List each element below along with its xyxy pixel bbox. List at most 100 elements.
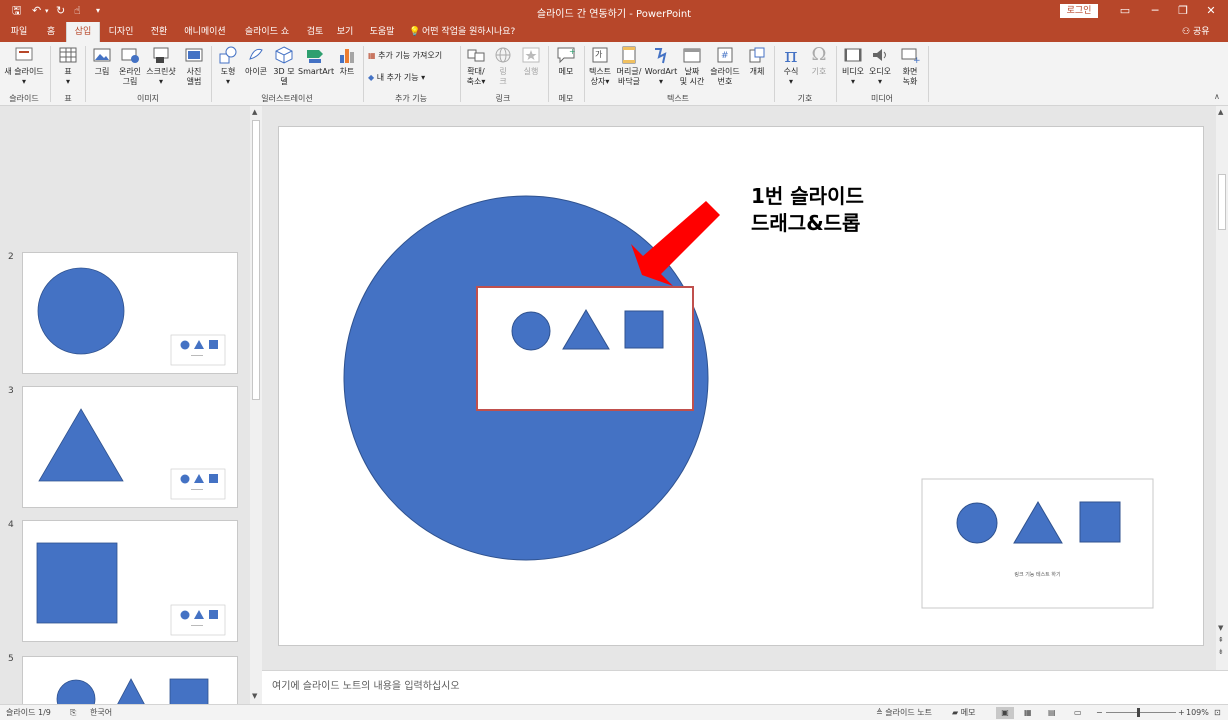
audio-button[interactable]: 오디오 ▾ [866, 45, 894, 87]
get-addins-button[interactable]: ▦ 추가 기능 가져오기 [368, 50, 442, 62]
group-label-images: 이미지 [136, 94, 160, 103]
chart-icon [340, 49, 354, 63]
action-button[interactable]: 실행 [518, 45, 544, 77]
collapse-ribbon-icon[interactable]: ∧ [1214, 92, 1220, 101]
tab-file[interactable]: 파일 [2, 22, 36, 42]
wordart-icon [655, 48, 667, 64]
zoom-slider-handle[interactable] [1137, 708, 1140, 717]
header-footer-button[interactable]: 머리글/바닥글 [614, 45, 644, 87]
slide-sorter-icon[interactable]: ▦ [1024, 707, 1032, 719]
next-slide-icon[interactable]: ⇟ [1218, 648, 1224, 656]
shapes-button[interactable]: 도형 ▾ [214, 45, 242, 87]
scrollbar-thumb[interactable] [1218, 174, 1226, 230]
title-bar: 🖫 ↶ ▾ ↻ ☝ ▾ 슬라이드 간 연동하기 - PowerPoint 로그인… [0, 0, 1228, 22]
slide-thumbnail-5[interactable] [22, 656, 238, 706]
fit-to-window-icon[interactable]: ⊡ [1214, 707, 1221, 719]
table-button[interactable]: 표 ▾ [54, 45, 82, 87]
reading-view-icon[interactable]: ▤ [1048, 707, 1056, 719]
zoom-button[interactable]: 확대/축소▾ [462, 45, 490, 87]
current-slide[interactable]: 1번 슬라이드 드래그&드롭 링크 기능 테스트 하기 [278, 126, 1204, 646]
slide-number-button[interactable]: # 슬라이드 번호 [706, 45, 744, 87]
tab-home[interactable]: 홈 [36, 22, 66, 42]
slide-canvas [343, 195, 1154, 609]
date-time-button[interactable]: 날짜 및 시간 [678, 45, 706, 87]
video-button[interactable]: 비디오 ▾ [840, 45, 866, 87]
slideshow-icon[interactable]: ▭ [1074, 707, 1082, 719]
equation-button[interactable]: π 수식 ▾ [778, 45, 804, 87]
thumbnail-number: 5 [8, 654, 14, 664]
zoom-out-icon[interactable]: − [1096, 707, 1103, 719]
object-button[interactable]: 개체 [744, 45, 770, 77]
tab-view[interactable]: 보기 [330, 22, 360, 42]
slide-scrollbar[interactable]: ▲ ▼ ⇞ ⇟ [1216, 106, 1228, 670]
thumbnail-number: 4 [8, 520, 14, 530]
zoom-level[interactable]: 109% [1186, 707, 1209, 719]
previous-slide-icon[interactable]: ⇞ [1218, 636, 1224, 644]
star-icon [522, 47, 540, 63]
language-indicator[interactable]: 한국어 [90, 707, 112, 719]
scroll-down-icon[interactable]: ▼ [1218, 624, 1223, 632]
tell-me-search[interactable]: 어떤 작업을 원하시나요? [422, 22, 522, 42]
tab-animations[interactable]: 애니메이션 [176, 22, 234, 42]
tab-design[interactable]: 디자인 [100, 22, 142, 42]
thumbnail-number: 3 [8, 386, 14, 396]
online-pictures-button[interactable]: 온라인 그림 [116, 45, 144, 87]
video-icon [844, 48, 862, 62]
link-target-box[interactable] [921, 478, 1154, 609]
link-button[interactable]: 링크 [490, 45, 516, 87]
close-icon[interactable]: ✕ [1198, 3, 1224, 19]
thumbnail-2-content [37, 267, 226, 366]
3d-models-button[interactable]: 3D 모델 [270, 45, 298, 87]
tab-review[interactable]: 검토 [300, 22, 330, 42]
slide-thumbnail-3[interactable] [22, 386, 238, 508]
scrollbar-thumb[interactable] [252, 120, 260, 400]
photo-album-button[interactable]: 사진 앨범 [180, 45, 208, 87]
chart-button[interactable]: 차트 [334, 45, 360, 77]
spellcheck-icon[interactable]: ⎘ [70, 707, 76, 719]
icons-button[interactable]: 아이콘 [242, 45, 270, 77]
group-label-table: 표 [64, 94, 72, 103]
scroll-up-icon[interactable]: ▲ [252, 108, 257, 116]
normal-view-icon[interactable]: ▣ [996, 707, 1014, 719]
thumbnail-scrollbar[interactable]: ▲ ▼ [250, 106, 262, 704]
my-addins-button[interactable]: ◆ 내 추가 기능 ▾ [368, 72, 425, 84]
zoom-slider-track[interactable] [1106, 712, 1176, 713]
ribbon-display-icon[interactable]: ▭ [1112, 3, 1138, 19]
tab-insert[interactable]: 삽입 [66, 22, 100, 42]
tab-transitions[interactable]: 전환 [142, 22, 176, 42]
slide-thumbnail-2[interactable] [22, 252, 238, 374]
notes-pane[interactable]: 여기에 슬라이드 노트의 내용을 입력하십시오 [262, 670, 1228, 704]
notes-toggle-button[interactable]: ≜ 슬라이드 노트 [876, 707, 932, 719]
photo-album-icon [185, 48, 203, 62]
cube-icon [275, 46, 293, 64]
wordart-button[interactable]: WordArt ▾ [644, 45, 678, 87]
screenshot-button[interactable]: 스크린샷 ▾ [144, 45, 178, 87]
object-icon [749, 47, 765, 63]
new-slide-button[interactable]: 새 슬라이드 ▾ [2, 45, 46, 87]
ribbon-insert: 새 슬라이드 ▾ 슬라이드 표 ▾ 표 그림 온라인 그림 스크린샷 ▾ 사진 앨범 이미… [0, 42, 1228, 106]
slide-thumbnail-pane: 2 3 4 5 [0, 106, 262, 706]
notes-icon: ≜ [876, 708, 883, 717]
restore-icon[interactable]: ❐ [1170, 3, 1196, 19]
status-bar: 슬라이드 1/9 ⎘ 한국어 ≜ 슬라이드 노트 ▰ 메모 ▣ ▦ ▤ ▭ − … [0, 704, 1228, 720]
comments-toggle-button[interactable]: ▰ 메모 [952, 707, 975, 719]
notes-placeholder: 여기에 슬라이드 노트의 내용을 입력하십시오 [272, 681, 460, 692]
symbol-button[interactable]: Ω 기호 [806, 45, 832, 77]
pictures-button[interactable]: 그림 [88, 45, 116, 77]
minimize-icon[interactable]: ─ [1142, 3, 1168, 19]
annotation-text[interactable]: 1번 슬라이드 드래그&드롭 [751, 183, 864, 237]
tab-slideshow[interactable]: 슬라이드 쇼 [234, 22, 300, 42]
textbox-button[interactable]: 가 텍스트 상자▾ [586, 45, 614, 87]
slide-thumbnail-4[interactable] [22, 520, 238, 642]
scroll-up-icon[interactable]: ▲ [1218, 108, 1223, 116]
smartart-button[interactable]: SmartArt [298, 45, 334, 77]
share-button[interactable]: ⚇ 공유 [1182, 22, 1210, 42]
scroll-down-icon[interactable]: ▼ [252, 692, 257, 700]
screen-recording-button[interactable]: + 화면 녹화 [896, 45, 924, 87]
tab-help[interactable]: 도움말 [360, 22, 404, 42]
ribbon-tabs: 파일 홈 삽입 디자인 전환 애니메이션 슬라이드 쇼 검토 보기 도움말 💡 … [0, 22, 1228, 42]
zoom-in-icon[interactable]: + [1178, 707, 1185, 719]
comment-button[interactable]: + 메모 [552, 45, 580, 77]
login-button[interactable]: 로그인 [1060, 4, 1098, 18]
dragged-thumbnail-box[interactable] [476, 286, 694, 411]
